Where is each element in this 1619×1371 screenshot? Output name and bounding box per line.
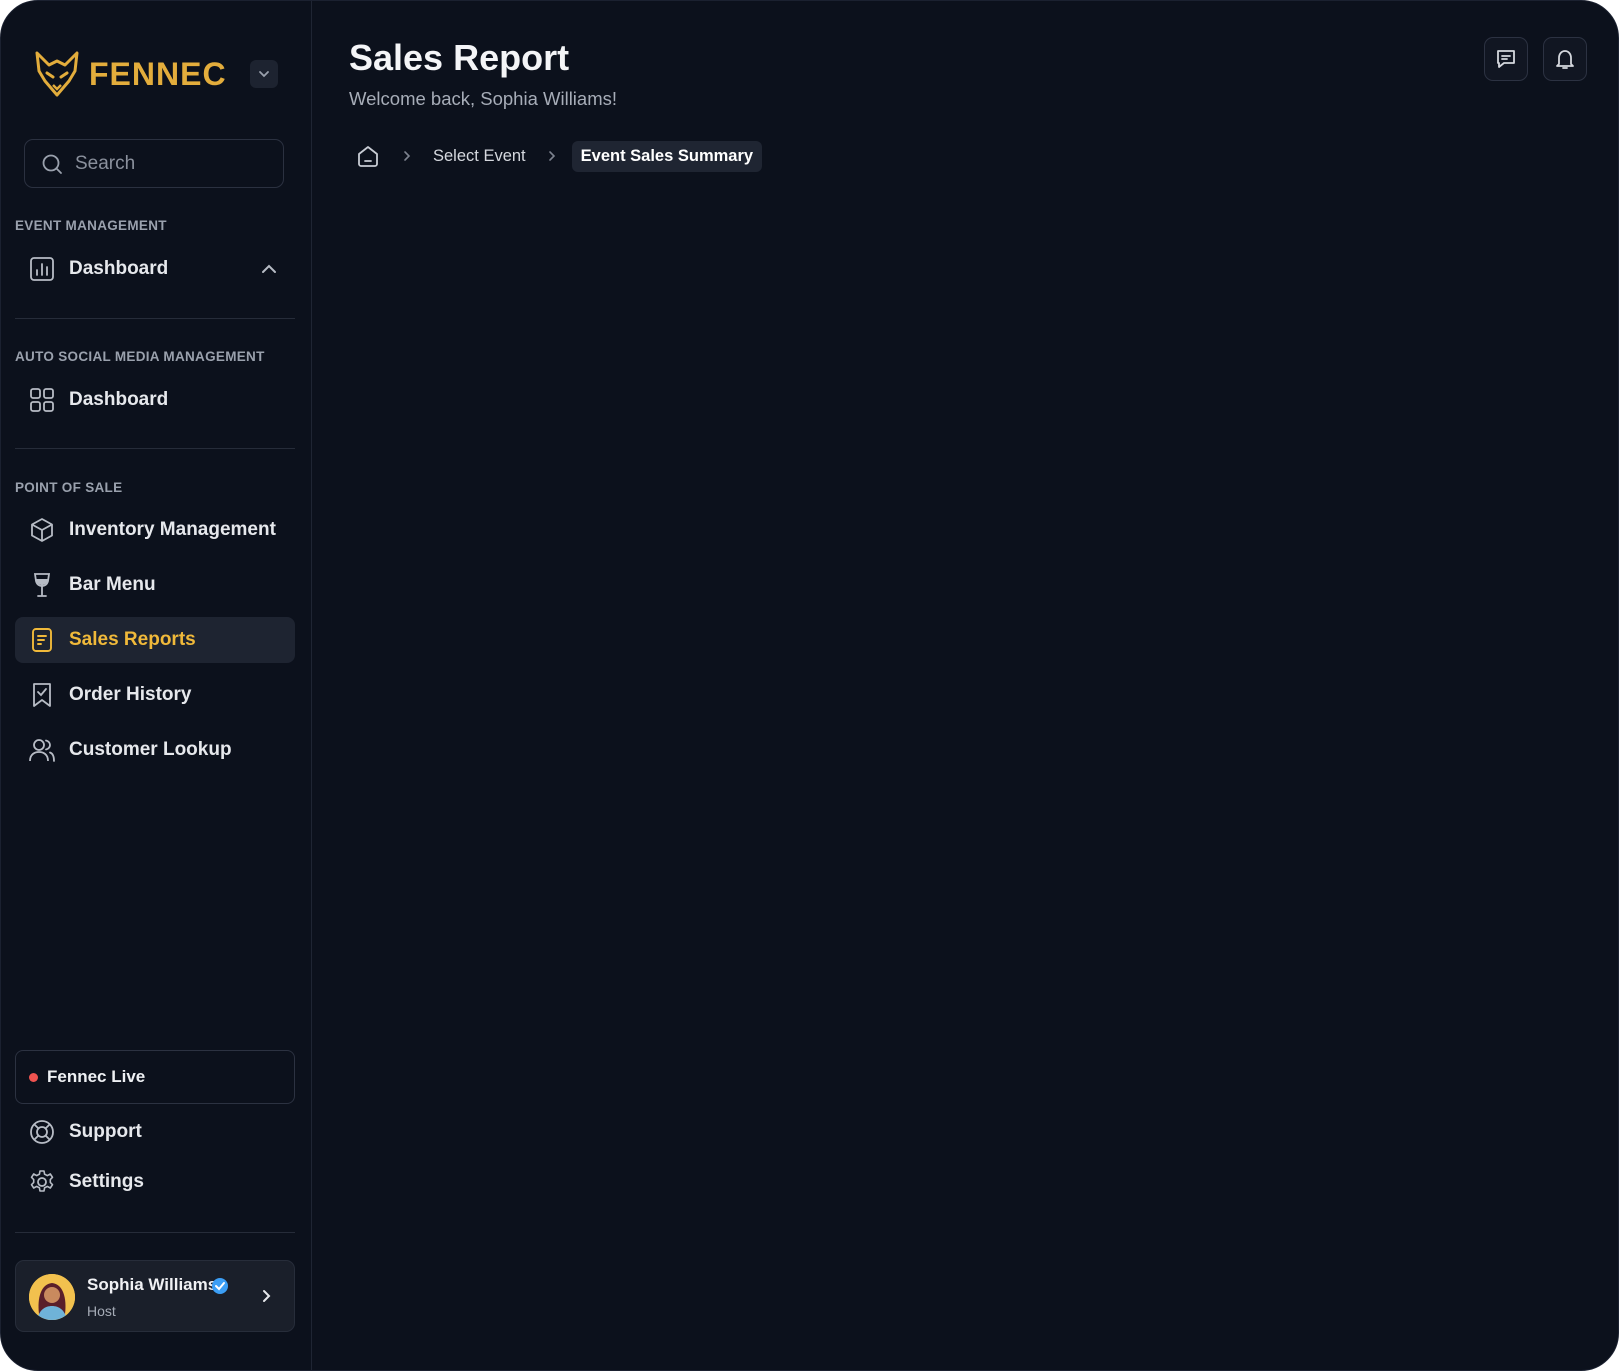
sidebar-item-order-history[interactable]: Order History xyxy=(15,672,295,718)
sidebar-item-settings[interactable]: Settings xyxy=(15,1159,295,1205)
avatar xyxy=(29,1274,75,1320)
user-role: Host xyxy=(87,1303,116,1319)
sidebar-item-social-dashboard[interactable]: Dashboard xyxy=(15,377,295,423)
users-icon xyxy=(29,737,55,763)
verified-badge-icon xyxy=(212,1278,228,1294)
fennec-live-button[interactable]: Fennec Live xyxy=(15,1050,295,1104)
breadcrumb-select-event[interactable]: Select Event xyxy=(433,147,526,166)
bell-icon xyxy=(1556,50,1574,69)
chevron-down-icon xyxy=(259,71,269,78)
search-input[interactable] xyxy=(73,151,277,176)
box-icon xyxy=(29,517,55,543)
chevron-up-icon[interactable] xyxy=(259,259,279,279)
sidebar: FENNEC EVENT MANAGEMENT Dashboard xyxy=(1,1,312,1370)
sidebar-item-label: Dashboard xyxy=(69,258,169,279)
user-profile-card[interactable]: Sophia Williams Host xyxy=(15,1260,295,1332)
section-label-social-media: AUTO SOCIAL MEDIA MANAGEMENT xyxy=(15,349,265,364)
sidebar-item-label: Settings xyxy=(69,1171,144,1192)
fox-logo-icon xyxy=(35,51,79,97)
message-icon xyxy=(1497,50,1515,68)
grid-icon xyxy=(29,387,55,413)
bookmark-check-icon xyxy=(29,682,55,708)
gear-icon xyxy=(29,1169,55,1195)
search-icon xyxy=(42,154,62,174)
wine-glass-icon xyxy=(29,572,55,598)
breadcrumb-home[interactable] xyxy=(355,143,381,169)
brand-name: FENNEC xyxy=(89,55,227,92)
lifebuoy-icon xyxy=(29,1119,55,1145)
sidebar-item-label: Bar Menu xyxy=(69,574,156,595)
sidebar-item-label: Order History xyxy=(69,684,192,705)
sidebar-item-label: Sales Reports xyxy=(69,629,196,650)
sidebar-item-label: Inventory Management xyxy=(69,519,276,540)
section-label-event-management: EVENT MANAGEMENT xyxy=(15,218,167,233)
bar-chart-icon xyxy=(29,256,55,282)
sidebar-item-event-dashboard[interactable]: Dashboard xyxy=(15,246,295,292)
sidebar-item-customer-lookup[interactable]: Customer Lookup xyxy=(15,727,295,773)
breadcrumb: Select Event Event Sales Summary xyxy=(349,140,763,172)
breadcrumb-event-sales-summary: Event Sales Summary xyxy=(571,140,763,172)
divider xyxy=(15,448,295,449)
app-window: FENNEC EVENT MANAGEMENT Dashboard xyxy=(0,0,1619,1371)
main-content: Sales Report Welcome back, Sophia Willia… xyxy=(313,1,1618,1370)
notifications-button[interactable] xyxy=(1543,37,1587,81)
search-field[interactable] xyxy=(24,139,284,188)
section-label-point-of-sale: POINT OF SALE xyxy=(15,480,123,495)
chevron-right-icon xyxy=(401,150,413,162)
user-name: Sophia Williams xyxy=(87,1275,218,1294)
chevron-right-icon xyxy=(263,1290,271,1302)
brand-logo[interactable]: FENNEC xyxy=(35,51,227,97)
page-subtitle: Welcome back, Sophia Williams! xyxy=(349,88,617,109)
sidebar-item-label: Dashboard xyxy=(69,389,169,410)
home-icon xyxy=(358,146,378,167)
sidebar-item-sales-reports[interactable]: Sales Reports xyxy=(15,617,295,663)
workspace-toggle-button[interactable] xyxy=(250,60,278,88)
sidebar-item-label: Support xyxy=(69,1121,142,1142)
divider xyxy=(15,1232,295,1233)
page-title: Sales Report xyxy=(349,37,570,78)
live-status-dot xyxy=(29,1072,38,1082)
messages-button[interactable] xyxy=(1484,37,1528,81)
fennec-live-label: Fennec Live xyxy=(47,1067,146,1086)
report-icon xyxy=(29,627,55,653)
chevron-right-icon xyxy=(546,150,558,162)
sidebar-item-support[interactable]: Support xyxy=(15,1109,295,1155)
sidebar-item-inventory[interactable]: Inventory Management xyxy=(15,507,295,553)
sidebar-item-bar-menu[interactable]: Bar Menu xyxy=(15,562,295,608)
sidebar-item-label: Customer Lookup xyxy=(69,739,232,760)
divider xyxy=(15,318,295,319)
